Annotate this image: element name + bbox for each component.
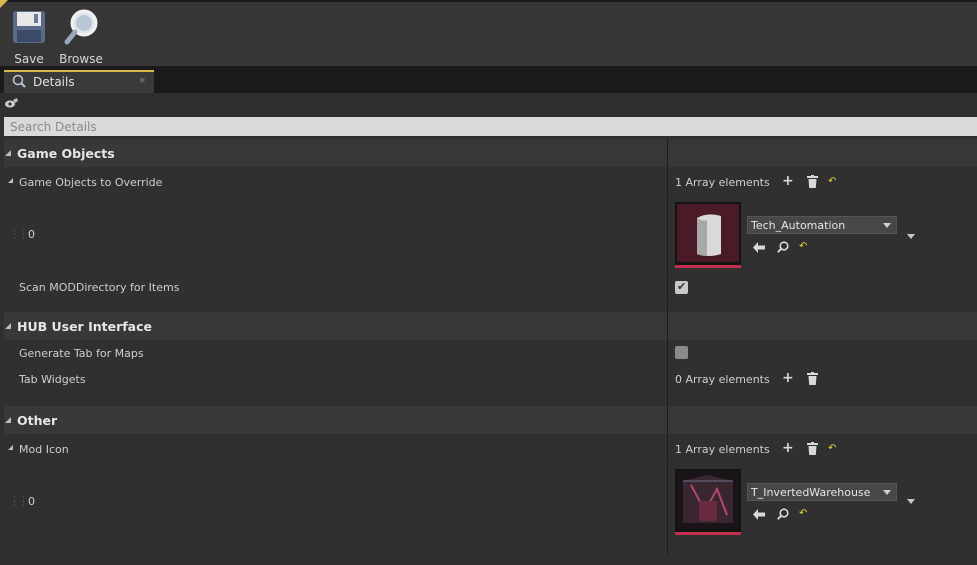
drag-handle-icon[interactable]: ⋮⋮ — [9, 227, 29, 240]
check-icon: ✔ — [677, 280, 687, 293]
category-game-objects[interactable]: Game Objects — [4, 139, 977, 167]
column-splitter[interactable] — [667, 406, 668, 434]
visibility-icon[interactable] — [4, 97, 20, 109]
trash-icon[interactable] — [807, 175, 818, 188]
property-row-generate-tab-for-maps: Generate Tab for Maps — [4, 341, 977, 367]
scan-moddirectory-checkbox[interactable]: ✔ — [675, 280, 688, 294]
property-label: Game Objects to Override — [19, 176, 163, 189]
details-icon — [12, 74, 26, 88]
browse-button[interactable]: Browse — [55, 6, 107, 66]
property-row-game-objects-to-override: Game Objects to Override 1 Array element… — [4, 168, 977, 196]
reset-icon[interactable]: ↶ — [828, 444, 836, 454]
trash-icon[interactable] — [807, 372, 818, 385]
array-index: 0 — [28, 495, 35, 508]
array-count: 1 Array elements — [675, 176, 770, 189]
array-count: 1 Array elements — [675, 443, 770, 456]
asset-preview-image — [677, 471, 739, 529]
array-element-row: ⋮⋮ 0 T_InvertedWarehouse ↶ — [4, 464, 977, 554]
reset-icon[interactable]: ↶ — [799, 242, 807, 252]
reset-icon[interactable]: ↶ — [799, 509, 807, 519]
column-splitter[interactable] — [667, 197, 668, 272]
search-input[interactable] — [4, 117, 977, 136]
asset-name: Tech_Automation — [751, 219, 846, 232]
magnifier-icon — [64, 9, 98, 45]
browse-asset-icon[interactable] — [777, 508, 789, 520]
browse-asset-icon[interactable] — [777, 241, 789, 253]
property-row-scan-moddirectory: Scan MODDirectory for Items ✔ — [4, 273, 977, 301]
row-spacer — [4, 395, 977, 405]
toolbar — [0, 0, 977, 66]
column-splitter[interactable] — [667, 312, 668, 340]
chevron-down-icon[interactable] — [907, 234, 915, 239]
collapse-arrow-icon[interactable] — [5, 323, 11, 329]
column-splitter[interactable] — [667, 435, 668, 463]
column-splitter[interactable] — [667, 367, 668, 395]
asset-combo-t-invertedwarehouse[interactable]: T_InvertedWarehouse — [747, 483, 897, 501]
asset-combo-tech-automation[interactable]: Tech_Automation — [747, 216, 897, 234]
property-label: Mod Icon — [19, 443, 69, 456]
chevron-down-icon — [883, 490, 891, 495]
property-row-tab-widgets: Tab Widgets 0 Array elements + — [4, 367, 977, 395]
asset-thumbnail[interactable] — [675, 202, 741, 268]
asset-color-bar — [675, 265, 741, 268]
column-splitter — [667, 395, 668, 405]
generate-tab-for-maps-checkbox[interactable] — [675, 346, 688, 359]
category-label: HUB User Interface — [17, 319, 153, 334]
add-element-icon[interactable]: + — [782, 371, 794, 385]
property-row-mod-icon: Mod Icon 1 Array elements + ↶ — [4, 435, 977, 463]
tab-details[interactable]: Details × — [4, 70, 154, 93]
category-other[interactable]: Other — [4, 406, 977, 434]
column-splitter[interactable] — [667, 168, 668, 196]
column-splitter[interactable] — [667, 341, 668, 367]
chevron-down-icon[interactable] — [907, 499, 915, 504]
expand-arrow-icon[interactable] — [8, 445, 13, 450]
category-label: Game Objects — [17, 146, 115, 161]
column-splitter — [667, 302, 668, 312]
expand-arrow-icon[interactable] — [8, 178, 13, 183]
property-label: Scan MODDirectory for Items — [19, 281, 180, 294]
trash-icon[interactable] — [807, 442, 818, 455]
save-label: Save — [14, 52, 44, 66]
use-selected-arrow-icon[interactable] — [753, 242, 765, 253]
add-element-icon[interactable]: + — [782, 441, 794, 455]
add-element-icon[interactable]: + — [782, 174, 794, 188]
collapse-arrow-icon[interactable] — [5, 417, 11, 423]
category-hub-user-interface[interactable]: HUB User Interface — [4, 312, 977, 340]
column-splitter[interactable] — [667, 273, 668, 301]
category-label: Other — [17, 413, 58, 428]
chevron-down-icon — [883, 223, 891, 228]
column-splitter[interactable] — [667, 139, 668, 167]
collapse-arrow-icon[interactable] — [5, 150, 11, 156]
array-count: 0 Array elements — [675, 373, 770, 386]
close-icon[interactable]: × — [138, 76, 146, 86]
tab-details-label: Details — [33, 75, 75, 89]
save-icon — [13, 11, 45, 43]
use-selected-arrow-icon[interactable] — [753, 509, 765, 520]
browse-label: Browse — [59, 52, 103, 66]
reset-icon[interactable]: ↶ — [828, 177, 836, 187]
drag-handle-icon[interactable]: ⋮⋮ — [9, 494, 29, 507]
save-button[interactable]: Save — [3, 6, 55, 66]
array-element-row: ⋮⋮ 0 Tech_Automation ↶ — [4, 197, 977, 272]
asset-color-bar — [675, 532, 741, 535]
property-label: Tab Widgets — [19, 373, 86, 386]
asset-thumbnail[interactable] — [675, 469, 741, 535]
column-splitter[interactable] — [667, 464, 668, 554]
array-index: 0 — [28, 228, 35, 241]
asset-name: T_InvertedWarehouse — [751, 486, 871, 499]
asset-preview-image — [677, 204, 739, 262]
property-label: Generate Tab for Maps — [19, 347, 144, 360]
row-spacer — [4, 302, 977, 312]
